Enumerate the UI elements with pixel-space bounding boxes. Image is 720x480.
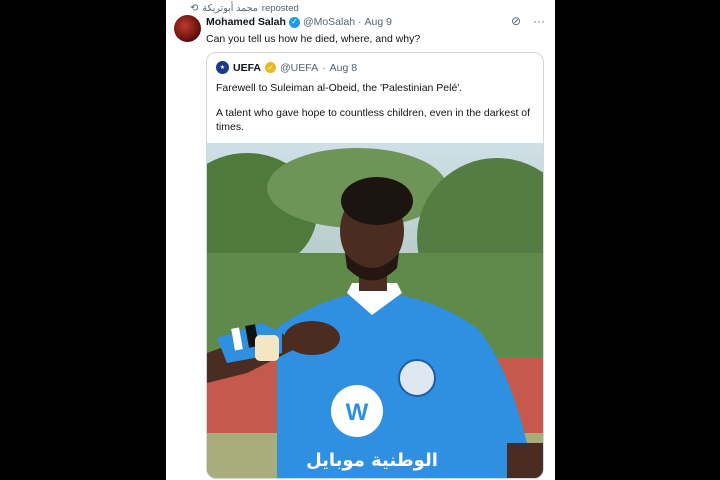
tweet-header: Mohamed Salah ✓ @MoSalah · Aug 9 bbox=[206, 16, 392, 28]
quote-header: ★ UEFA ✓ @UEFA · Aug 8 bbox=[216, 61, 357, 74]
repost-user[interactable]: محمد أبوتريكة bbox=[202, 3, 257, 14]
tweet-date[interactable]: Aug 9 bbox=[365, 16, 392, 28]
repost-suffix: reposted bbox=[261, 3, 299, 14]
tweet-actions: ⊘ ··· bbox=[511, 14, 545, 28]
author-handle[interactable]: @MoSalah bbox=[303, 16, 355, 28]
more-options-icon[interactable]: ··· bbox=[533, 14, 545, 28]
gold-verified-badge-icon: ✓ bbox=[265, 62, 277, 73]
svg-text:W: W bbox=[346, 399, 369, 426]
post-card: ⟲ محمد أبوتريكة reposted Mohamed Salah ✓… bbox=[166, 0, 555, 480]
tweet-text: Can you tell us how he died, where, and … bbox=[206, 33, 421, 45]
quote-date[interactable]: Aug 8 bbox=[330, 62, 357, 74]
quoted-tweet[interactable]: ★ UEFA ✓ @UEFA · Aug 8 Farewell to Sulei… bbox=[206, 52, 544, 479]
verified-badge-icon: ✓ bbox=[288, 16, 300, 28]
repost-header: ⟲ محمد أبوتريكة reposted bbox=[190, 3, 299, 14]
quote-handle[interactable]: @UEFA bbox=[280, 62, 318, 74]
player-photo[interactable]: W الوطنية موبايل bbox=[207, 143, 543, 478]
quote-separator: · bbox=[322, 61, 326, 74]
quote-text-line-2: A talent who gave hope to countless chil… bbox=[216, 107, 531, 133]
repost-icon: ⟲ bbox=[190, 3, 199, 14]
jersey-sponsor-text: الوطنية موبايل bbox=[306, 450, 438, 471]
grok-icon[interactable]: ⊘ bbox=[511, 14, 521, 28]
separator: · bbox=[358, 16, 362, 28]
quote-author-name[interactable]: UEFA bbox=[233, 62, 261, 74]
uefa-logo-icon: ★ bbox=[216, 61, 229, 74]
quote-text-line-1: Farewell to Suleiman al-Obeid, the 'Pale… bbox=[216, 82, 463, 94]
avatar[interactable] bbox=[174, 15, 201, 42]
author-name[interactable]: Mohamed Salah bbox=[206, 16, 286, 28]
